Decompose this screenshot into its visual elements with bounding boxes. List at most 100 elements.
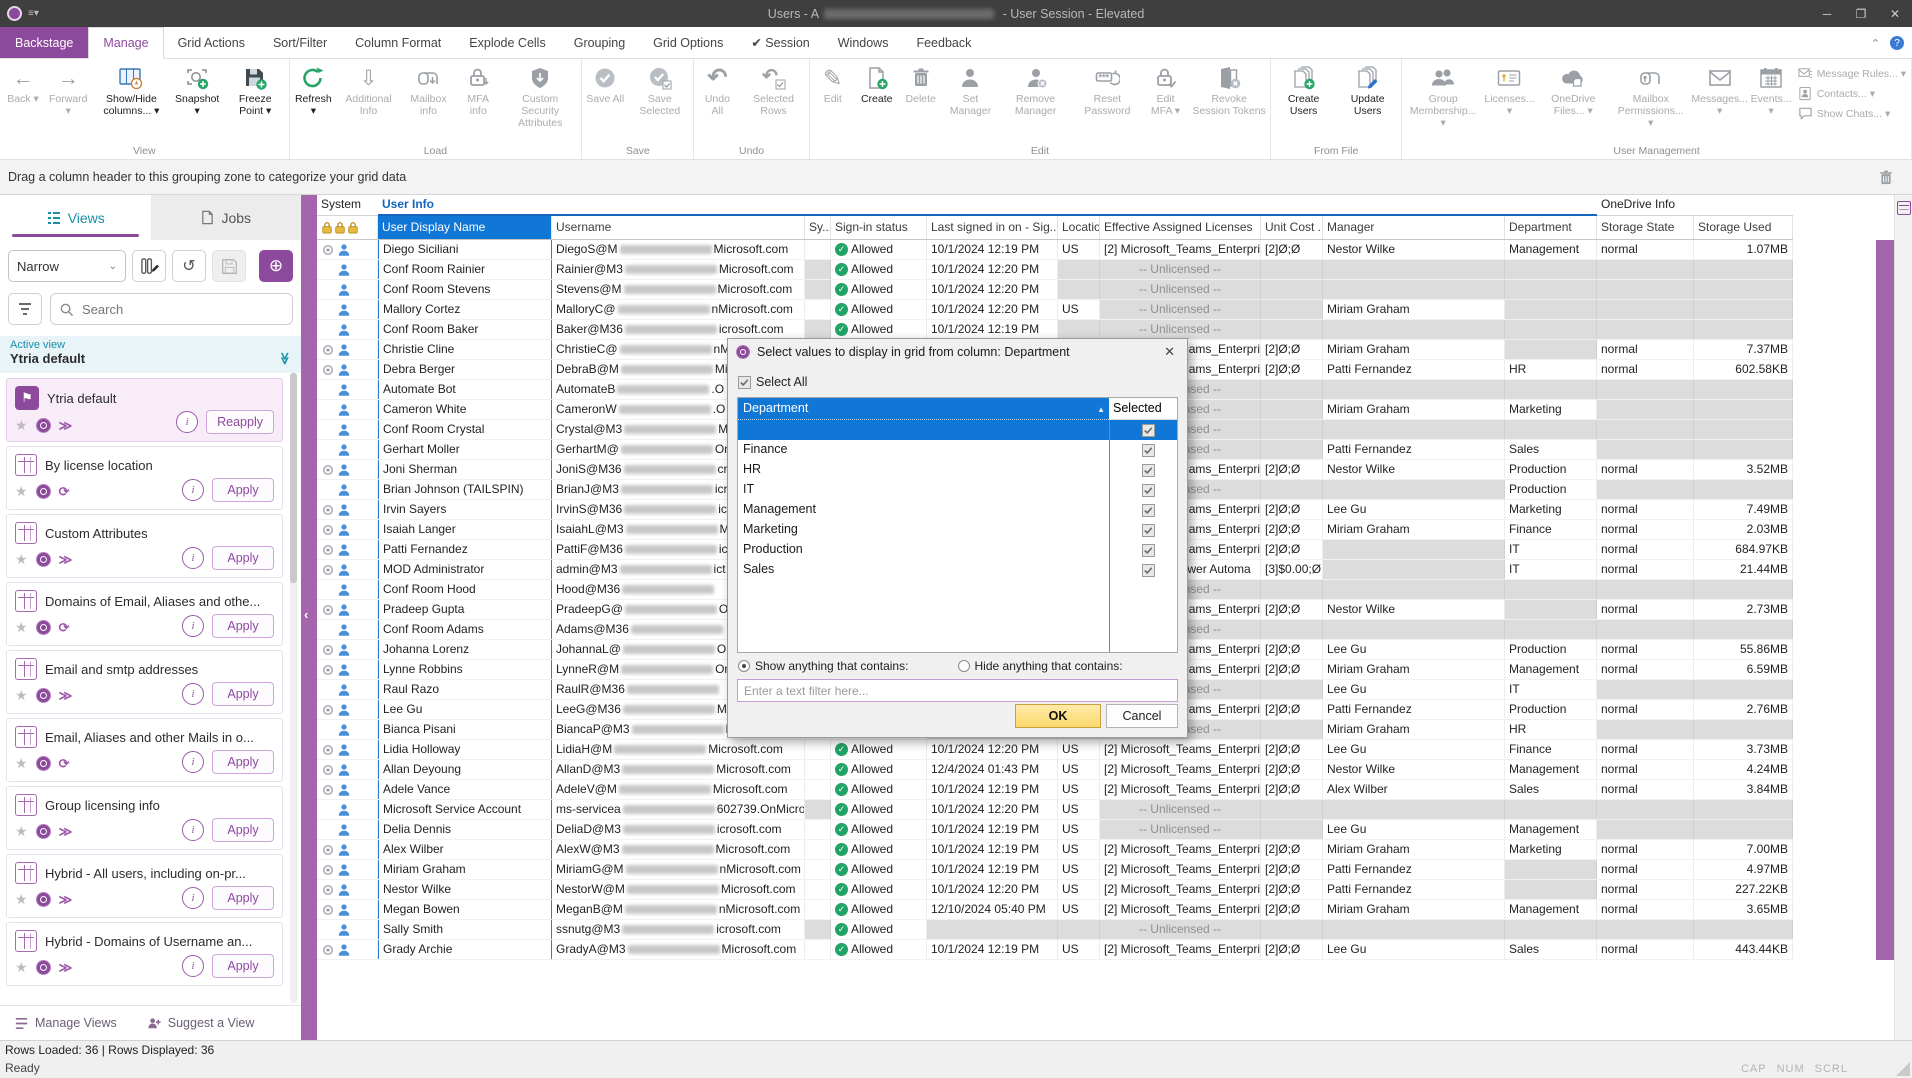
value-checkbox[interactable] (1142, 564, 1155, 577)
grid-row[interactable]: Allan DeyoungAllanD@M3Microsoft.com✓Allo… (317, 760, 1793, 780)
column-header-storage-state[interactable]: Storage State (1597, 216, 1694, 239)
back-button[interactable]: ←Back ▾ (1, 62, 45, 106)
revoke-session-tokens-button[interactable]: Revoke Session Tokens (1189, 62, 1269, 118)
column-header-sign-in-status[interactable]: Sign-in status (831, 216, 927, 239)
column-header-department[interactable]: Department (1505, 216, 1597, 239)
active-view-header[interactable]: Active view Ytria default ≫ (0, 336, 301, 373)
expand-view-icon[interactable]: ≫ (59, 552, 73, 568)
tab-session[interactable]: ✔ Session (737, 27, 823, 58)
edit-mfa-button[interactable]: Edit MFA ▾ (1142, 62, 1189, 118)
view-card[interactable]: By license location★⟳iApply (6, 446, 283, 510)
licenses--button[interactable]: Licenses... ▾ (1483, 62, 1536, 118)
tab-grid-actions[interactable]: Grid Actions (164, 27, 259, 58)
apply-view-button[interactable]: Apply (212, 954, 274, 978)
shared-view-icon[interactable]: ⟳ (59, 484, 70, 500)
maximize-button[interactable]: ❐ (1844, 0, 1878, 27)
grid-row[interactable]: Grady ArchieGradyA@M3Microsoft.com✓Allow… (317, 940, 1793, 960)
grid-row[interactable]: Adele VanceAdeleV@MMicrosoft.com✓Allowed… (317, 780, 1793, 800)
tab-grouping[interactable]: Grouping (560, 27, 639, 58)
filter-value-row[interactable]: Finance (738, 440, 1177, 460)
save-selected-button[interactable]: Save Selected (627, 62, 692, 118)
view-card[interactable]: Email, Aliases and other Mails in o...★⟳… (6, 718, 283, 782)
expand-view-icon[interactable]: ≫ (59, 688, 73, 704)
grid-row[interactable]: Mallory CortezMalloryC@nMicrosoft.com✓Al… (317, 300, 1793, 320)
apply-view-button[interactable]: Apply (212, 818, 274, 842)
text-filter-input[interactable] (737, 679, 1178, 702)
custom-security-attributes-button[interactable]: Custom Security Attributes (500, 62, 580, 130)
selected-column-header[interactable]: Selected (1109, 398, 1177, 420)
view-width-select[interactable]: Narrow⌄ (8, 250, 126, 282)
panel-toggle-icon[interactable] (1897, 201, 1911, 215)
value-column-header[interactable]: Department ▲ (738, 398, 1109, 420)
grid-scrollbar[interactable] (1894, 195, 1912, 1040)
value-checkbox[interactable] (1142, 524, 1155, 537)
view-card[interactable]: Custom Attributes★≫iApply (6, 514, 283, 578)
view-card[interactable]: Email and smtp addresses★≫iApply (6, 650, 283, 714)
forward-button[interactable]: →Forward ▾ (45, 62, 91, 118)
view-info-button[interactable]: i (176, 411, 198, 433)
snapshot-button[interactable]: Snapshot ▾ (171, 62, 223, 118)
minimize-button[interactable]: ─ (1810, 0, 1844, 27)
views-scrollbar[interactable] (290, 373, 297, 1003)
delete-button[interactable]: Delete (899, 62, 943, 106)
quick-access-icon[interactable]: ≡▾ (28, 8, 39, 19)
tab-windows[interactable]: Windows (824, 27, 903, 58)
save-all-button[interactable]: Save All (583, 62, 627, 106)
tab-views[interactable]: Views (0, 195, 151, 240)
mailbox-info-button[interactable]: Mailbox info (401, 62, 456, 118)
shared-view-icon[interactable]: ⟳ (59, 756, 70, 772)
expand-view-icon[interactable]: ≫ (59, 960, 73, 976)
messages--button[interactable]: Messages... ▾ (1691, 62, 1749, 118)
column-header-last-signed-in-on-sig-[interactable]: Last signed in on - Sig... (927, 216, 1058, 239)
apply-view-button[interactable]: Apply (212, 546, 274, 570)
refresh-button[interactable]: Refresh ▾ (291, 62, 337, 118)
contacts--button[interactable]: Contacts... ▾ (1798, 86, 1906, 101)
favorite-star-icon[interactable]: ★ (15, 823, 28, 840)
tab-column-format[interactable]: Column Format (341, 27, 455, 58)
value-checkbox[interactable] (1142, 504, 1155, 517)
view-info-button[interactable]: i (182, 479, 204, 501)
show-hide-columns--button[interactable]: Show/Hide columns... ▾ (91, 62, 171, 118)
column-header-sy-[interactable]: Sy... (805, 216, 831, 239)
value-checkbox[interactable] (1142, 444, 1155, 457)
tab-grid-options[interactable]: Grid Options (639, 27, 737, 58)
view-info-button[interactable]: i (182, 955, 204, 977)
collapse-ribbon-icon[interactable]: ⌃ (1871, 37, 1880, 50)
suggest-view-link[interactable]: Suggest a View (147, 1016, 255, 1031)
filter-value-row[interactable]: HR (738, 460, 1177, 480)
favorite-star-icon[interactable]: ★ (15, 551, 28, 568)
favorite-star-icon[interactable]: ★ (15, 959, 28, 976)
view-card[interactable]: Hybrid - Domains of Username an...★≫iApp… (6, 922, 283, 986)
apply-view-button[interactable]: Apply (212, 478, 274, 502)
apply-view-button[interactable]: Apply (212, 682, 274, 706)
filter-views-icon[interactable] (8, 293, 42, 325)
save-view-button[interactable] (212, 250, 246, 282)
favorite-star-icon[interactable]: ★ (15, 687, 28, 704)
remove-manager-button[interactable]: Remove Manager (998, 62, 1073, 118)
column-header-effective-assigned-licenses[interactable]: Effective Assigned Licenses (1100, 216, 1261, 239)
view-info-button[interactable]: i (182, 547, 204, 569)
favorite-star-icon[interactable]: ★ (15, 891, 28, 908)
grid-row[interactable]: Lidia HollowayLidiaH@MMicrosoft.com✓Allo… (317, 740, 1793, 760)
expand-view-icon[interactable]: ≫ (59, 824, 73, 840)
grid-row[interactable]: Microsoft Service Accountms-servicea6027… (317, 800, 1793, 820)
grid-row[interactable]: Megan BowenMeganB@MnMicrosoft.com✓Allowe… (317, 900, 1793, 920)
cancel-button[interactable]: Cancel (1106, 704, 1178, 728)
tab-feedback[interactable]: Feedback (902, 27, 985, 58)
expand-view-icon[interactable]: ≫ (59, 892, 73, 908)
favorite-star-icon[interactable]: ★ (15, 417, 28, 434)
column-header-user-display-name[interactable]: User Display Name (378, 216, 552, 239)
filter-value-row[interactable] (738, 420, 1177, 440)
events--button[interactable]: Events... ▾ (1749, 62, 1794, 118)
grid-row[interactable]: Sally Smithssnutg@M3icrosoft.com✓Allowed… (317, 920, 1793, 940)
column-header-unit-cost-[interactable]: Unit Cost ... (1261, 216, 1323, 239)
tab-manage[interactable]: Manage (88, 27, 163, 59)
grid-row[interactable]: Miriam GrahamMiriamG@MnMicrosoft.com✓All… (317, 860, 1793, 880)
resize-grip[interactable] (1896, 1062, 1910, 1076)
view-info-button[interactable]: i (182, 683, 204, 705)
view-card[interactable]: ⚑Ytria default★≫iReapply (6, 378, 283, 442)
update-users-button[interactable]: Update Users (1335, 62, 1400, 118)
grid-row[interactable]: Nestor WilkeNestorW@MMicrosoft.com✓Allow… (317, 880, 1793, 900)
column-header-location-[interactable]: Location... (1058, 216, 1100, 239)
filter-value-row[interactable]: Sales (738, 560, 1177, 580)
